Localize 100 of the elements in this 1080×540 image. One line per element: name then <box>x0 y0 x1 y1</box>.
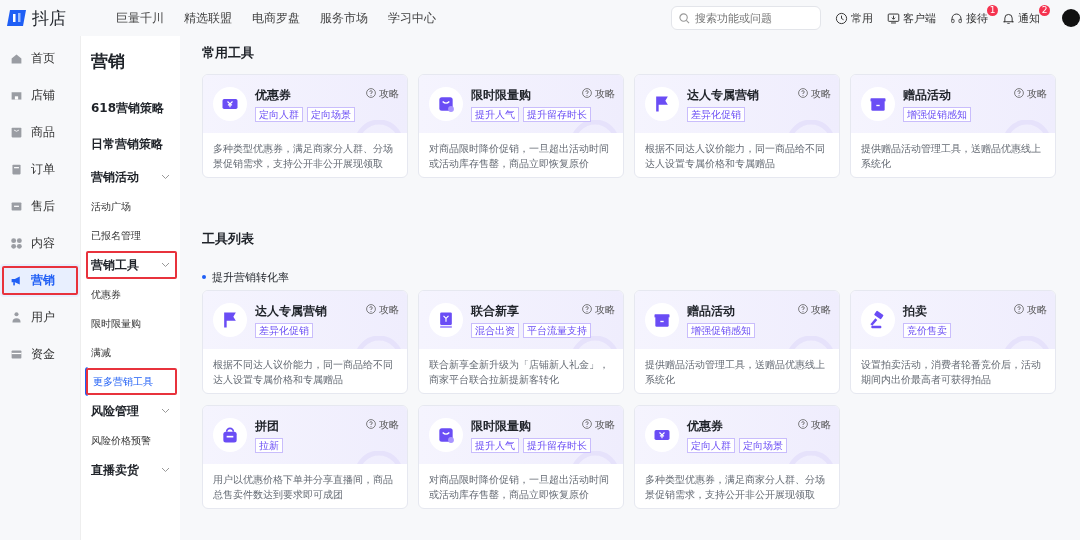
bag-icon <box>436 425 456 445</box>
tool-card[interactable]: 限时限量购 提升人气 提升留存时长 攻略 对商品限时降价促销，一旦超出活动时间或活动库存售罄，商品立即恢复原价 <box>418 405 624 509</box>
tool-title: 联合新享 <box>471 303 519 320</box>
tool-card[interactable]: 联合新享 混合出资 平台流量支持 攻略 联合新享全新升级为「店铺新人礼金」，商家平台联合拉新提新客转化 <box>418 290 624 394</box>
menu-item[interactable]: 618营销策略 <box>89 90 174 126</box>
guide-link[interactable]: 攻略 <box>366 303 399 317</box>
menu-group[interactable]: 风险管理 <box>89 396 174 426</box>
tool-tag: 增强促销感知 <box>903 107 971 122</box>
guide-link[interactable]: 攻略 <box>582 303 615 317</box>
guide-link[interactable]: 攻略 <box>798 303 831 317</box>
logo-text: 抖店 <box>32 6 66 30</box>
toolbar-action[interactable]: 通知 <box>1002 10 1040 26</box>
toolbar-action[interactable]: 客户端 <box>887 10 936 26</box>
guide-link[interactable]: 攻略 <box>366 87 399 101</box>
count-badge: 1 <box>987 4 998 16</box>
bell-icon <box>1002 11 1015 25</box>
guide-link[interactable]: 攻略 <box>798 418 831 432</box>
grid-dots-icon <box>10 237 23 250</box>
tool-card[interactable]: 赠品活动 增强促销感知 攻略 提供赠品活动管理工具，送赠品优惠线上系统化 <box>850 74 1056 178</box>
tool-tag: 混合出资 <box>471 323 519 338</box>
basket-icon <box>220 425 240 445</box>
tool-description: 提供赠品活动管理工具，送赠品优惠线上系统化 <box>644 358 826 387</box>
tool-tag: 差异化促销 <box>255 323 313 338</box>
guide-link[interactable]: 攻略 <box>798 87 831 101</box>
tool-card[interactable]: 拍卖 竞价售卖 攻略 设置拍卖活动，消费者轮番竞价后，活动期间内出价最高者可获得拍品 <box>850 290 1056 394</box>
tool-tag: 定向场景 <box>307 107 355 122</box>
menu-group[interactable]: 直播卖货 <box>89 455 174 485</box>
section-heading: 常用工具 <box>202 44 255 62</box>
tool-tag: 提升人气 <box>471 107 519 122</box>
tool-card[interactable]: 限时限量购 提升人气 提升留存时长 攻略 对商品限时降价促销，一旦超出活动时间或活动库存售罄，商品立即恢复原价 <box>418 74 624 178</box>
help-icon <box>582 88 592 98</box>
nav-item[interactable]: 店铺 <box>0 79 80 112</box>
tool-tag: 提升留存时长 <box>523 107 591 122</box>
menu-item[interactable]: 满减 <box>89 338 174 367</box>
megaphone-icon <box>10 274 23 287</box>
tool-title: 限时限量购 <box>471 87 531 104</box>
menu-group[interactable]: 营销活动 <box>89 162 174 192</box>
top-nav-link[interactable]: 精选联盟 <box>184 9 232 27</box>
tool-card[interactable]: 优惠券 定向人群 定向场景 攻略 多种类型优惠券，满足商家分人群、分场景促销需求，支持公开非公开展现领取 <box>202 74 408 178</box>
nav-item[interactable]: 内容 <box>0 227 80 260</box>
menu-item[interactable]: 活动广场 <box>89 192 174 221</box>
nav-item[interactable]: 售后 <box>0 190 80 223</box>
tool-tag: 差异化促销 <box>687 107 745 122</box>
tool-title: 优惠券 <box>687 418 723 435</box>
tool-description: 用户以优惠价格下单并分享直播间，商品总售卖件数达到要求即可成团 <box>212 473 394 502</box>
section-title: 营销 <box>90 50 126 73</box>
tool-tag: 定向人群 <box>687 438 735 453</box>
guide-link[interactable]: 攻略 <box>1014 87 1047 101</box>
chevron-down-icon <box>161 262 170 268</box>
tool-description: 根据不同达人议价能力，同一商品给不同达人设置专属价格和专属赠品 <box>644 142 826 171</box>
menu-group[interactable]: 营销工具 <box>85 250 178 280</box>
headset-icon <box>950 11 963 25</box>
tool-title: 达人专属营销 <box>687 87 759 104</box>
tool-description: 对商品限时降价促销，一旦超出活动时间或活动库存售罄，商品立即恢复原价 <box>428 142 610 171</box>
monitor-icon <box>887 11 900 25</box>
tool-description: 提供赠品活动管理工具，送赠品优惠线上系统化 <box>860 142 1042 171</box>
menu-item[interactable]: 限时限量购 <box>89 309 174 338</box>
tool-card[interactable]: 达人专属营销 差异化促销 攻略 根据不同达人议价能力，同一商品给不同达人设置专属价格和专属赠品 <box>202 290 408 394</box>
toolbar-action[interactable]: 常用 <box>835 10 873 26</box>
help-icon <box>366 304 376 314</box>
guide-link[interactable]: 攻略 <box>582 418 615 432</box>
help-icon <box>366 88 376 98</box>
menu-item[interactable]: 优惠券 <box>89 280 174 309</box>
person-icon <box>10 311 23 324</box>
guide-link[interactable]: 攻略 <box>582 87 615 101</box>
tool-description: 联合新享全新升级为「店铺新人礼金」，商家平台联合拉新提新客转化 <box>428 358 610 387</box>
avatar[interactable] <box>1062 9 1080 27</box>
guide-link[interactable]: 攻略 <box>366 418 399 432</box>
nav-item[interactable]: 商品 <box>0 116 80 149</box>
help-icon <box>582 304 592 314</box>
nav-item[interactable]: 资金 <box>0 338 80 371</box>
tool-description: 根据不同达人议价能力，同一商品给不同达人设置专属价格和专属赠品 <box>212 358 394 387</box>
toolbar-action[interactable]: 接待 <box>950 10 988 26</box>
top-nav-link[interactable]: 巨量千川 <box>116 9 164 27</box>
help-icon <box>798 88 808 98</box>
tool-tag: 竞价售卖 <box>903 323 951 338</box>
nav-item[interactable]: 订单 <box>0 153 80 186</box>
tool-card[interactable]: 达人专属营销 差异化促销 攻略 根据不同达人议价能力，同一商品给不同达人设置专属价格和专属赠品 <box>634 74 840 178</box>
tool-card[interactable]: 拼团 拉新 攻略 用户以优惠价格下单并分享直播间，商品总售卖件数达到要求即可成团 <box>202 405 408 509</box>
guide-link[interactable]: 攻略 <box>1014 303 1047 317</box>
chevron-down-icon <box>161 467 170 473</box>
help-icon <box>798 304 808 314</box>
menu-item[interactable]: 已报名管理 <box>89 221 174 250</box>
category-label: 提升营销转化率 <box>212 269 289 285</box>
tool-card[interactable]: 优惠券 定向人群 定向场景 攻略 多种类型优惠券，满足商家分人群、分场景促销需求，支持公开非公开展现领取 <box>634 405 840 509</box>
tool-card[interactable]: 赠品活动 增强促销感知 攻略 提供赠品活动管理工具，送赠品优惠线上系统化 <box>634 290 840 394</box>
menu-item[interactable]: 更多营销工具 <box>85 367 178 396</box>
tool-title: 限时限量购 <box>471 418 531 435</box>
search-field[interactable]: 搜索功能或问题 <box>671 6 821 30</box>
menu-item[interactable]: 日常营销策略 <box>89 126 174 162</box>
count-badge: 2 <box>1039 4 1050 16</box>
logo-icon <box>6 8 28 28</box>
top-nav-link[interactable]: 电商罗盘 <box>252 9 300 27</box>
help-icon <box>798 419 808 429</box>
nav-item[interactable]: 营销 <box>0 264 80 297</box>
menu-item[interactable]: 风险价格预警 <box>89 426 174 455</box>
top-nav-link[interactable]: 学习中心 <box>388 9 436 27</box>
top-nav-link[interactable]: 服务市场 <box>320 9 368 27</box>
nav-item[interactable]: 用户 <box>0 301 80 334</box>
nav-item[interactable]: 首页 <box>0 42 80 75</box>
